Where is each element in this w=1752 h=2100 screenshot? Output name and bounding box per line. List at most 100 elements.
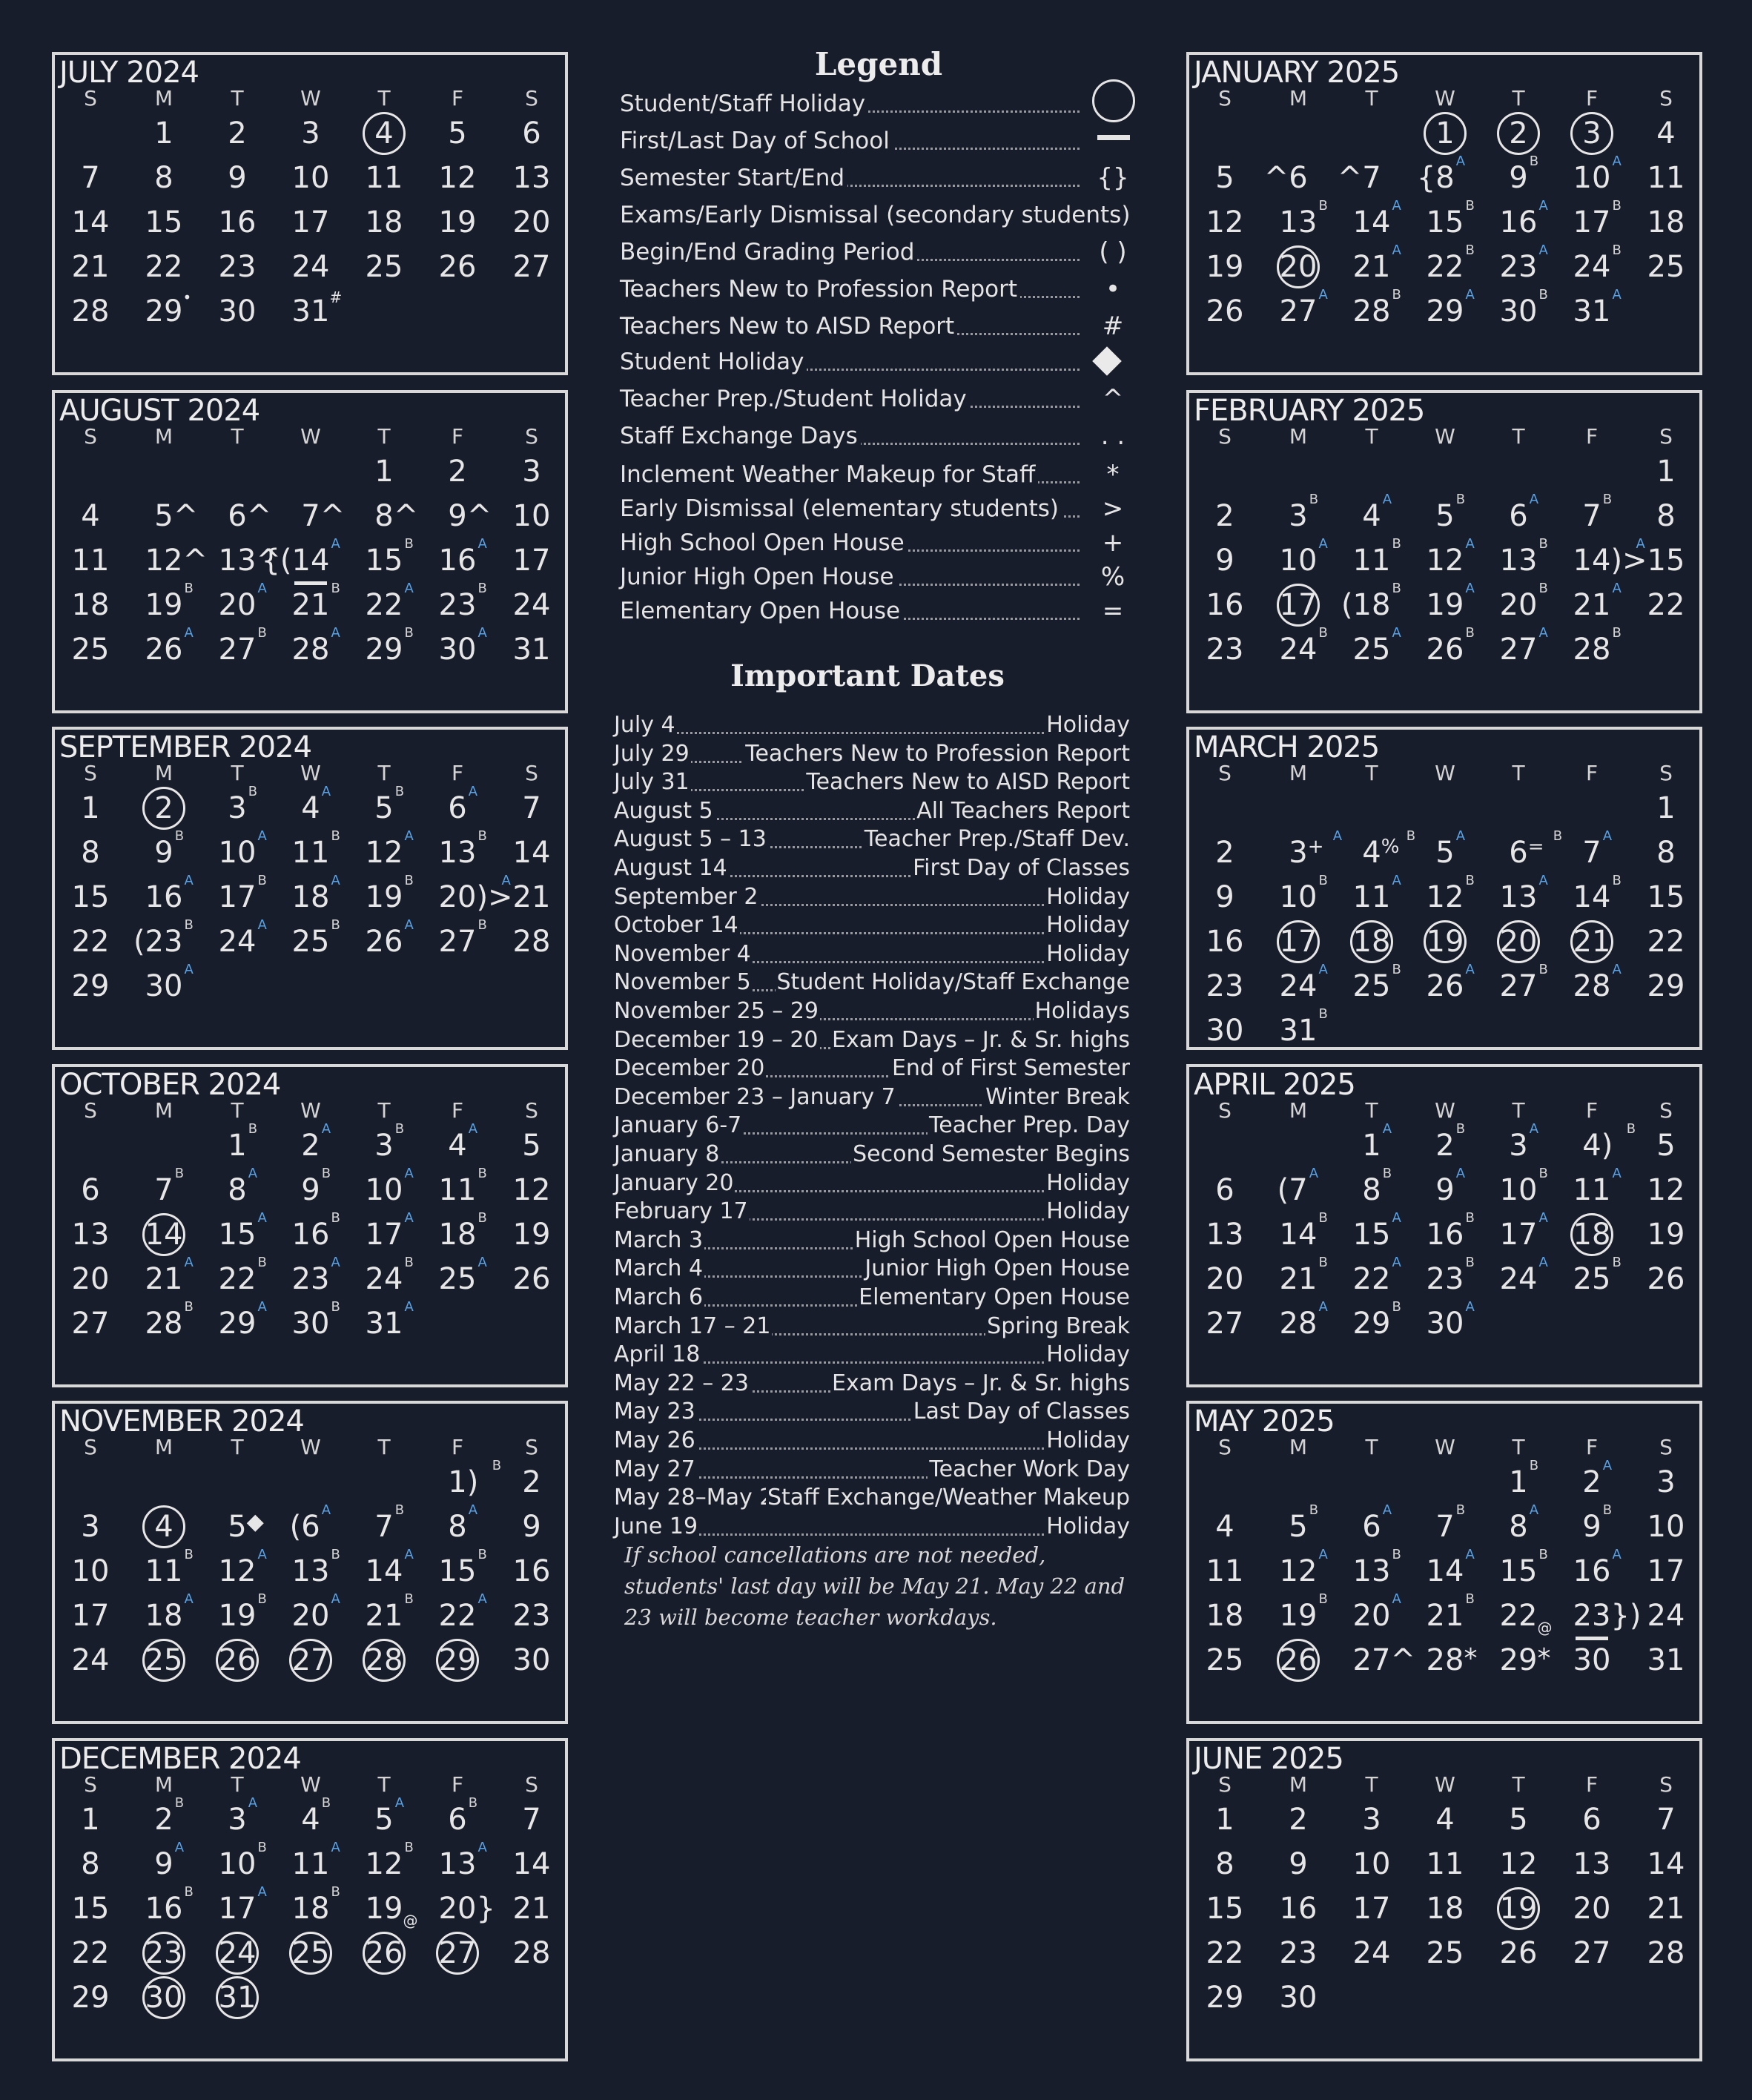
calendar-day: 7B (1415, 1504, 1475, 1545)
calendar-day: 3 (281, 115, 340, 152)
calendar-day: 23 B (428, 582, 487, 624)
calendar-day: 19 (1489, 1887, 1548, 1930)
day-number-text: 5 (228, 1510, 247, 1544)
day-number: 11 (1647, 159, 1685, 197)
calendar-day: 10 (61, 1553, 120, 1590)
day-number: 11 A (1573, 1167, 1622, 1209)
calendar-day: 25 A (428, 1256, 487, 1298)
calendar-day: 19 B (1269, 1593, 1328, 1634)
calendar-day: 8{A (1415, 155, 1475, 197)
day-number: 6B (448, 1797, 477, 1838)
calendar-day: 1 (354, 453, 414, 490)
weekday-label: S (525, 1435, 538, 1459)
ab-day-marker: A (1602, 828, 1613, 844)
weekday-label: T (1365, 1772, 1378, 1797)
calendar-day: 15 A (208, 1212, 267, 1253)
ab-day-marker: B (174, 1795, 185, 1811)
day-number-text: 26 (438, 250, 477, 284)
ab-day-marker: B (1612, 242, 1622, 258)
calendar-day: 17 (1269, 920, 1328, 963)
day-number-text: 1 (81, 1803, 100, 1837)
calendar-day: 8 (1195, 1846, 1255, 1883)
day-number-text: 12 (1426, 880, 1464, 914)
legend-label: Junior High Open House (620, 561, 897, 593)
holiday-circle-icon (142, 1213, 185, 1256)
ab-day-marker: A (331, 536, 340, 552)
day-number-text: 22 (1426, 250, 1464, 284)
month-title: JULY 2024 (59, 56, 199, 90)
month-title: SEPTEMBER 2024 (59, 730, 312, 765)
day-number: 11 B (145, 1548, 194, 1590)
day-number: 18 (72, 587, 110, 624)
calendar-day: 1) B (428, 1459, 501, 1501)
calendar-day: 5B (354, 785, 414, 827)
legend-item: Student Holiday (620, 346, 1080, 378)
calendar-day: 1 (1415, 112, 1475, 155)
important-date-row: July 29 Teachers New to Profession Report (614, 739, 1130, 768)
day-number-text: 11 (291, 1847, 330, 1881)
event-text: Student Holiday/Staff Exchange (775, 968, 1130, 997)
ab-day-marker: A (404, 828, 414, 844)
calendar-day: 19 A (1415, 582, 1475, 624)
day-number: 10 B (1280, 874, 1328, 916)
day-number: 22 A (366, 582, 414, 624)
ab-day-marker: A (477, 1255, 487, 1270)
day-number-text: 15 (1647, 880, 1685, 914)
weekday-label: S (84, 1098, 97, 1123)
day-number: 4B (301, 1797, 331, 1838)
calendar-day: 19 (502, 1216, 561, 1253)
holiday-circle-icon (1570, 1213, 1613, 1256)
day-number-text: 23 (291, 1262, 330, 1296)
ab-day-marker: B (477, 1166, 487, 1181)
day-number: 8 (1215, 1846, 1234, 1883)
calendar-day: 26 (1636, 1261, 1696, 1298)
day-number: 6A (1509, 493, 1538, 535)
important-dates-title: Important Dates (730, 658, 1005, 693)
day-number: 18 A (145, 1593, 194, 1634)
day-number: 15 (72, 879, 110, 916)
ab-day-marker: A (1382, 1121, 1392, 1137)
calendar-day: 16 (502, 1553, 561, 1590)
day-number-text: 27 (1499, 633, 1538, 667)
day-number: 11 B (439, 1167, 487, 1209)
calendar-day: 28 (502, 1935, 561, 1972)
day-number-text: 9 (522, 1510, 541, 1544)
calendar-day: 23 (134, 1932, 194, 1975)
ab-day-marker: A (257, 1547, 267, 1562)
calendar-day: 19 @ (354, 1890, 418, 1929)
day-number: 26 (1500, 1935, 1538, 1972)
calendar-day: 29 (428, 1639, 487, 1682)
calendar-day: 12 A (1415, 538, 1475, 579)
day-number-text: 6 (448, 1803, 467, 1837)
calendar-day: 22 (134, 248, 194, 285)
day-number: 31 B (1280, 1008, 1328, 1049)
day-number: 7 ^ (1338, 159, 1381, 197)
day-number: 10 (72, 1553, 110, 1590)
event-text: All Teachers Report (915, 796, 1130, 825)
ab-day-marker: A (184, 962, 194, 977)
weekday-label: T (1365, 1098, 1378, 1123)
calendar-day: 14 B (1562, 874, 1622, 916)
day-number: 29 (72, 968, 110, 1005)
weekday-label: S (1218, 1098, 1232, 1123)
day-number: 31 A (366, 1301, 414, 1342)
calendar-day: 23 B (1415, 1256, 1475, 1298)
day-number: 5A (374, 1797, 404, 1838)
date-text: January 8 (614, 1140, 721, 1169)
ab-day-marker: A (468, 1121, 478, 1137)
day-number-text: 12 (1426, 544, 1464, 578)
day-number-text: 13 (1206, 1218, 1244, 1252)
day-number: 9A (1435, 1167, 1465, 1209)
calendar-day: 6A (1342, 1504, 1401, 1545)
day-number: 6A (448, 785, 477, 827)
day-marker-before: {( (261, 544, 292, 578)
day-marker-after: ^ (173, 499, 199, 533)
day-number: 26 A (1427, 963, 1475, 1005)
day-number: 2 (522, 1464, 541, 1501)
calendar-day: 2 (502, 1464, 561, 1501)
ab-day-marker: A (1538, 1210, 1548, 1226)
day-number: 26 A (366, 919, 414, 960)
calendar-day: 5 (1489, 1801, 1548, 1838)
calendar-day: 13 A (1489, 874, 1548, 916)
day-number-text: 6 (1215, 1173, 1234, 1207)
